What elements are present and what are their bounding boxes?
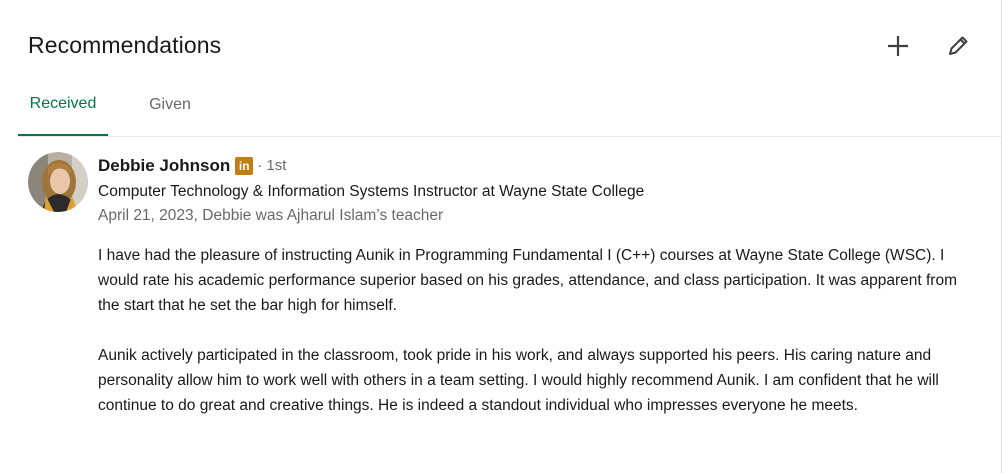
pencil-icon [949,36,968,55]
recommender-row: Debbie Johnson in · 1st [98,155,968,177]
avatar[interactable] [28,152,88,212]
recommendations-card: Recommendations Received Given Debbie Jo… [0,0,1002,473]
recommendation-paragraph: Aunik actively participated in the class… [98,347,939,414]
recommendation-content: Debbie Johnson in · 1st Computer Technol… [98,155,968,418]
recommendation-date-relationship: April 21, 2023, Debbie was Ajharul Islam… [98,207,444,224]
add-recommendation-button[interactable] [880,28,916,64]
connection-degree: · 1st [257,157,287,174]
linkedin-badge-icon: in [235,157,254,175]
recommender-headline: Computer Technology & Information System… [98,183,645,200]
plus-icon [888,36,908,56]
avatar-image [28,152,88,212]
edit-recommendations-button[interactable] [940,28,976,64]
tab-received[interactable]: Received [18,74,108,136]
recommendation-tabs: Received Given [18,74,1001,137]
recommender-name[interactable]: Debbie Johnson [98,155,230,177]
recommendation-text: I have had the pleasure of instructing A… [98,243,960,418]
section-title: Recommendations [28,32,222,58]
tab-given[interactable]: Given [130,74,210,135]
recommendation-paragraph: I have had the pleasure of instructing A… [98,247,958,314]
